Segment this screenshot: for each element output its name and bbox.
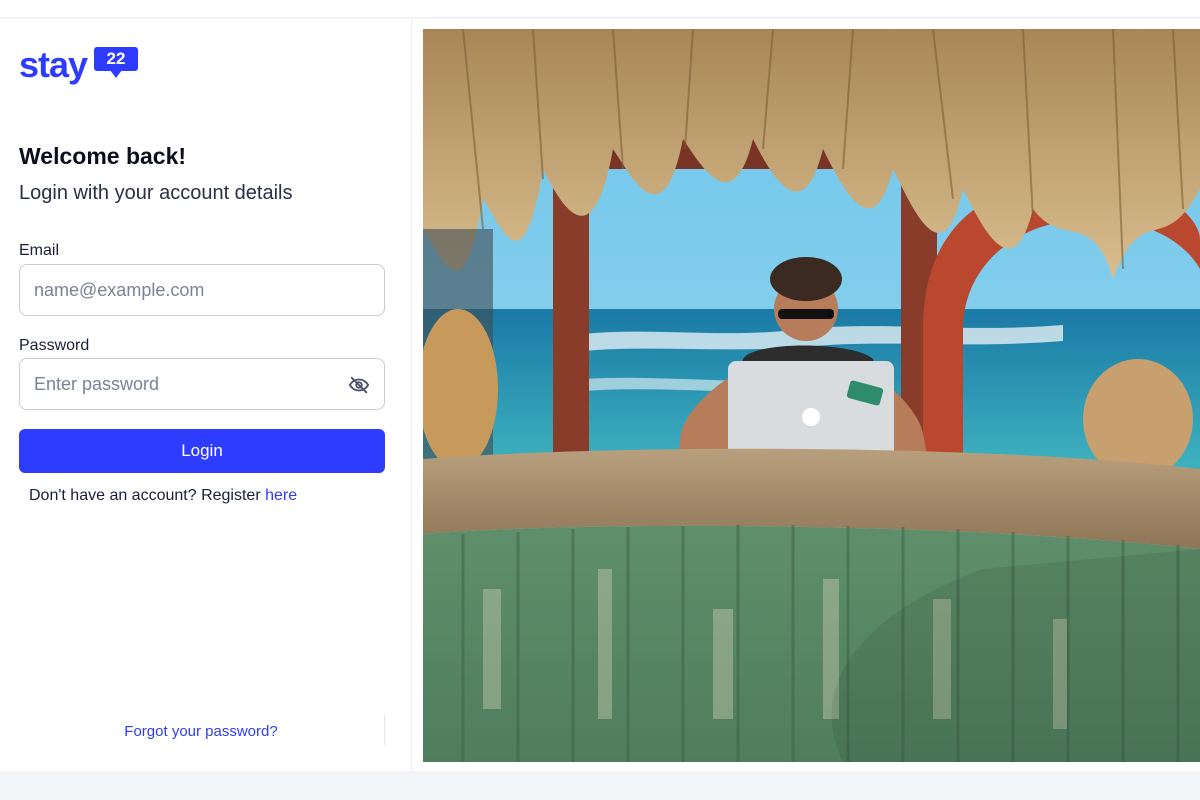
- register-text: Don't have an account? Register: [29, 487, 266, 504]
- eye-off-icon[interactable]: [348, 374, 370, 396]
- register-prompt: Don't have an account? Register here: [29, 487, 297, 505]
- password-label: Password: [19, 337, 90, 354]
- footer-band: [0, 771, 1200, 800]
- logo-bubble-icon: 22: [94, 47, 138, 78]
- email-label: Email: [19, 242, 60, 259]
- logo-number: 22: [106, 49, 126, 68]
- logo[interactable]: stay 22: [19, 45, 149, 85]
- page-subtitle: Login with your account details: [19, 182, 293, 204]
- login-button[interactable]: Login: [19, 429, 385, 473]
- divider: [384, 715, 385, 745]
- page-title: Welcome back!: [19, 143, 187, 169]
- password-field-wrapper: [19, 358, 385, 410]
- top-strip: [0, 0, 1200, 18]
- beach-bar-photo: [423, 29, 1200, 762]
- register-link[interactable]: here: [265, 487, 297, 504]
- hero-image: [423, 29, 1200, 762]
- login-page: stay 22 Welcome back! Login with your ac…: [0, 19, 1200, 771]
- email-field-wrapper: [19, 264, 385, 316]
- forgot-password-link[interactable]: Forgot your password?: [0, 723, 402, 740]
- password-field[interactable]: [20, 359, 384, 409]
- email-field[interactable]: [20, 265, 384, 315]
- logo-word: stay: [19, 44, 88, 85]
- login-panel: stay 22 Welcome back! Login with your ac…: [0, 19, 412, 771]
